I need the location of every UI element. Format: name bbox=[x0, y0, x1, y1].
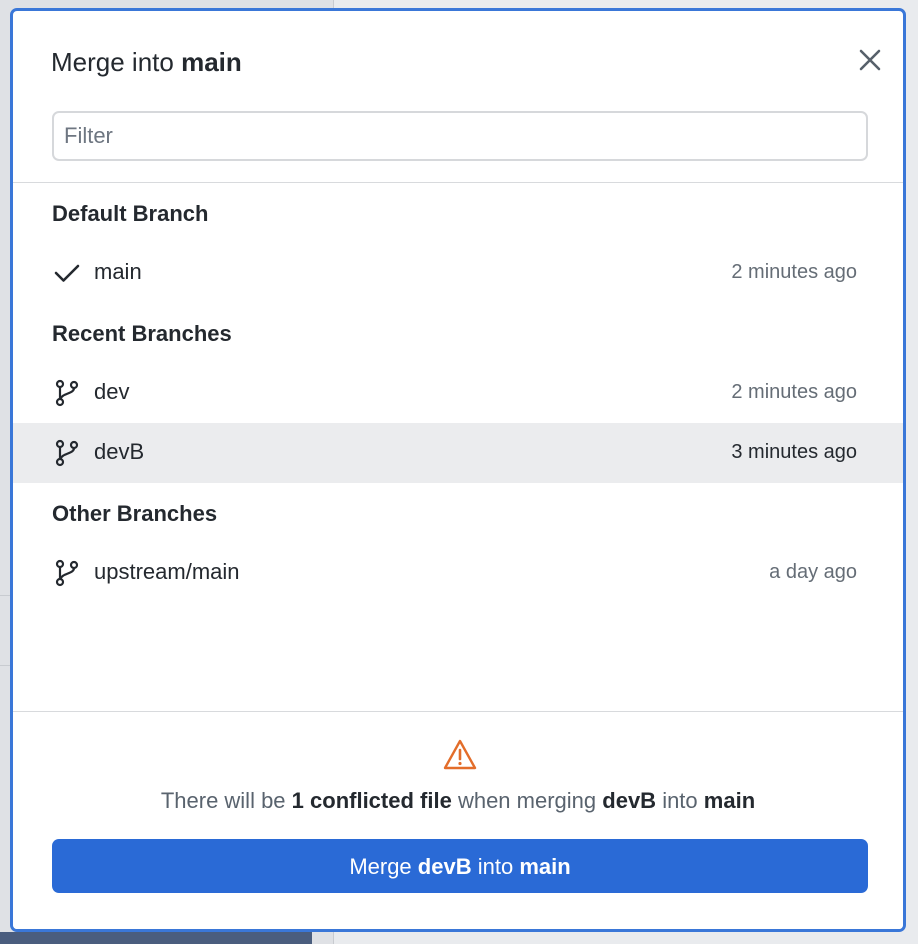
section-header-recent: Recent Branches bbox=[52, 321, 232, 346]
section-header-default: Default Branch bbox=[52, 201, 209, 226]
conflict-warning-text: There will be 1 conflicted file when mer… bbox=[13, 788, 903, 814]
git-branch-icon bbox=[55, 379, 79, 407]
branch-row-dev[interactable]: dev 2 minutes ago bbox=[13, 363, 903, 423]
branch-time: 2 minutes ago bbox=[731, 381, 857, 403]
section-header-other: Other Branches bbox=[52, 501, 218, 526]
branch-time: 2 minutes ago bbox=[731, 261, 857, 283]
branch-time: 3 minutes ago bbox=[731, 441, 857, 463]
dialog-footer: There will be 1 conflicted file when mer… bbox=[13, 711, 903, 929]
merge-button-into: into bbox=[477, 854, 514, 879]
title-prefix: Merge into bbox=[51, 47, 174, 77]
merge-button-target: main bbox=[519, 854, 571, 879]
branch-row-devB[interactable]: devB 3 minutes ago bbox=[13, 423, 903, 483]
branch-row-upstream-main[interactable]: upstream/main a day ago bbox=[13, 543, 903, 603]
merge-dialog: Merge into main Default Branch main 2 mi… bbox=[10, 8, 906, 932]
warning-middle: when merging bbox=[457, 788, 597, 813]
warning-icon bbox=[443, 739, 477, 770]
branch-list: Default Branch main 2 minutes ago Recent… bbox=[13, 183, 903, 713]
branch-name: dev bbox=[94, 379, 130, 404]
branch-row-main[interactable]: main 2 minutes ago bbox=[13, 243, 903, 303]
warning-source-branch: devB bbox=[602, 788, 657, 813]
dialog-header: Merge into main bbox=[13, 11, 903, 183]
git-branch-icon bbox=[55, 559, 79, 587]
title-branch: main bbox=[181, 47, 242, 77]
warning-target-branch: main bbox=[703, 788, 756, 813]
conflict-count: 1 conflicted file bbox=[291, 788, 452, 813]
merge-button[interactable]: Merge devB into main bbox=[52, 839, 868, 893]
merge-button-source: devB bbox=[417, 854, 472, 879]
git-branch-icon bbox=[55, 439, 79, 467]
dialog-title: Merge into main bbox=[51, 47, 242, 78]
check-icon bbox=[54, 264, 80, 282]
branch-name: devB bbox=[94, 439, 145, 464]
merge-button-prefix: Merge bbox=[349, 854, 412, 879]
filter-input[interactable] bbox=[52, 111, 868, 161]
branch-name: main bbox=[94, 259, 142, 284]
branch-name: upstream/main bbox=[94, 559, 240, 584]
background-status-bar bbox=[0, 932, 312, 944]
close-button[interactable] bbox=[857, 47, 883, 73]
warning-into: into bbox=[662, 788, 698, 813]
branch-time: a day ago bbox=[769, 561, 857, 583]
close-icon bbox=[859, 49, 881, 71]
warning-prefix: There will be bbox=[160, 788, 286, 813]
